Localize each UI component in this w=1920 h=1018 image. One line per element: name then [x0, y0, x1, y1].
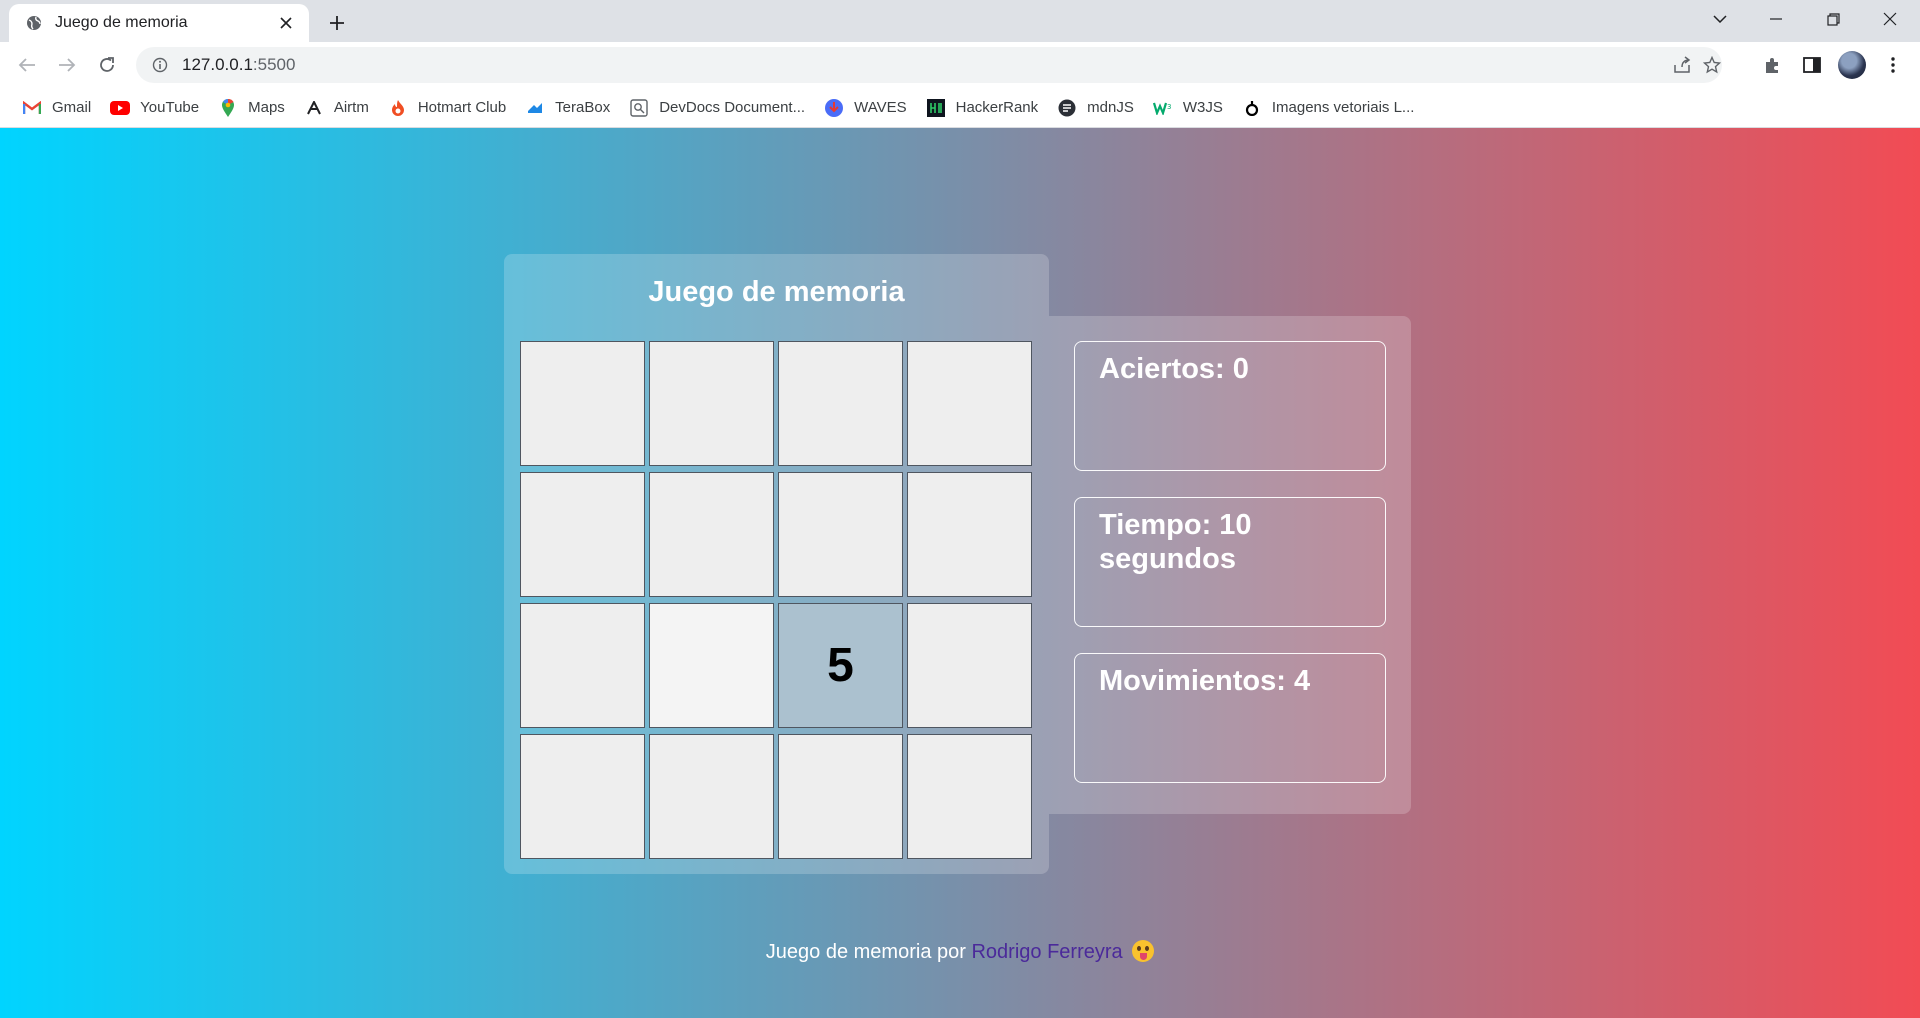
w3js-icon: 3	[1152, 98, 1173, 118]
author-link[interactable]: Rodrigo Ferreyra	[971, 941, 1122, 963]
hackerrank-icon	[926, 98, 946, 118]
bookmark-mdnjs[interactable]: mdnJS	[1049, 93, 1142, 123]
tiempo-stat: Tiempo: 10 segundos	[1074, 497, 1386, 627]
bookmark-label: WAVES	[854, 99, 907, 116]
terabox-icon	[525, 98, 545, 118]
memory-card[interactable]	[649, 341, 774, 466]
reload-icon[interactable]	[91, 49, 123, 81]
url-port: :5500	[252, 55, 296, 74]
memory-card[interactable]	[520, 341, 645, 466]
browser-tab[interactable]: Juego de memoria	[9, 4, 309, 42]
memory-card[interactable]	[520, 472, 645, 597]
profile-avatar[interactable]	[1838, 51, 1866, 79]
maps-icon	[218, 98, 238, 118]
svg-text:3: 3	[1167, 103, 1171, 111]
bookmark-w3js[interactable]: 3 W3JS	[1145, 93, 1231, 123]
extensions-icon[interactable]	[1756, 49, 1788, 81]
bookmark-label: HackerRank	[955, 99, 1039, 116]
memory-card[interactable]: 5	[778, 603, 903, 728]
bookmark-label: Hotmart Club	[417, 99, 507, 116]
site-info-icon[interactable]	[142, 47, 178, 83]
aciertos-stat: Aciertos: 0	[1074, 341, 1386, 471]
bookmark-star-icon[interactable]	[1696, 49, 1728, 81]
url-host: 127.0.0.1	[182, 55, 253, 74]
memory-card[interactable]	[778, 472, 903, 597]
footer-text: Juego de memoria por	[765, 941, 972, 963]
bookmark-label: mdnJS	[1087, 99, 1134, 116]
airtm-icon	[304, 98, 324, 118]
devdocs-icon	[629, 98, 649, 118]
bookmark-imagens-vetoriais[interactable]: Imagens vetoriais L...	[1234, 93, 1423, 123]
memory-board: 5	[520, 341, 1032, 859]
restore-icon[interactable]	[1805, 0, 1861, 38]
bookmark-label: Airtm	[333, 99, 369, 116]
bookmark-label: DevDocs Document...	[659, 99, 806, 116]
memory-card[interactable]	[649, 472, 774, 597]
stats-panel: Aciertos: 0 Tiempo: 10 segundos Movimien…	[1049, 316, 1411, 814]
share-icon[interactable]	[1666, 49, 1698, 81]
bookmark-label: TeraBox	[555, 99, 611, 116]
bookmark-label: Maps	[248, 99, 285, 116]
page-viewport: Juego de memoria 5 Aciertos: 0 Tiempo: 1…	[0, 128, 1920, 1018]
new-tab-button[interactable]	[322, 8, 352, 38]
globe-icon	[25, 14, 43, 32]
bookmarks-bar: Gmail YouTube Maps Airtm Hotmart Club Te…	[0, 88, 1920, 128]
memory-card[interactable]	[907, 734, 1032, 859]
tab-search-icon[interactable]	[1692, 0, 1748, 38]
game-title: Juego de memoria	[648, 276, 905, 308]
tab-strip: Juego de memoria	[0, 0, 1920, 42]
memory-card[interactable]	[649, 734, 774, 859]
bookmark-hotmart[interactable]: Hotmart Club	[380, 93, 514, 123]
minimize-icon[interactable]	[1748, 0, 1804, 38]
memory-card[interactable]	[907, 603, 1032, 728]
close-tab-icon[interactable]	[275, 12, 297, 34]
bookmark-hackerrank[interactable]: HackerRank	[918, 93, 1047, 123]
footer: Juego de memoria por Rodrigo Ferreyra	[0, 940, 1920, 964]
bookmark-devdocs[interactable]: DevDocs Document...	[621, 93, 813, 123]
memory-card[interactable]	[778, 341, 903, 466]
bookmark-youtube[interactable]: YouTube	[102, 93, 207, 123]
bookmark-label: YouTube	[140, 99, 200, 116]
gmail-icon	[22, 98, 42, 118]
bookmark-label: W3JS	[1182, 99, 1223, 116]
bookmark-airtm[interactable]: Airtm	[296, 93, 377, 123]
url-text: 127.0.0.1:5500	[182, 55, 295, 75]
bookmark-label: Gmail	[52, 99, 92, 116]
tab-title: Juego de memoria	[55, 14, 188, 31]
game-panel: Juego de memoria 5	[504, 254, 1049, 874]
bookmark-terabox[interactable]: TeraBox	[517, 93, 618, 123]
forward-icon[interactable]	[51, 49, 83, 81]
memory-card[interactable]	[520, 603, 645, 728]
mdn-icon	[1057, 98, 1077, 118]
bookmark-label: Imagens vetoriais L...	[1271, 99, 1415, 116]
close-window-icon[interactable]	[1862, 0, 1918, 38]
bookmark-gmail[interactable]: Gmail	[14, 93, 99, 123]
memory-card[interactable]	[520, 734, 645, 859]
imagens-icon	[1242, 98, 1262, 118]
memory-card[interactable]	[778, 734, 903, 859]
youtube-icon	[110, 98, 131, 118]
bookmark-maps[interactable]: Maps	[210, 93, 293, 123]
memory-card[interactable]	[649, 603, 774, 728]
address-bar[interactable]: 127.0.0.1:5500	[136, 47, 1722, 83]
memory-card[interactable]	[907, 341, 1032, 466]
movimientos-stat: Movimientos: 4	[1074, 653, 1386, 783]
browser-toolbar: 127.0.0.1:5500	[0, 42, 1920, 88]
menu-kebab-icon[interactable]	[1877, 49, 1909, 81]
memory-card[interactable]	[907, 472, 1032, 597]
tongue-emoji-icon	[1132, 940, 1155, 962]
waves-icon	[824, 98, 844, 118]
side-panel-icon[interactable]	[1796, 49, 1828, 81]
back-icon[interactable]	[11, 49, 43, 81]
bookmark-waves[interactable]: WAVES	[816, 93, 915, 123]
hotmart-icon	[388, 98, 408, 118]
